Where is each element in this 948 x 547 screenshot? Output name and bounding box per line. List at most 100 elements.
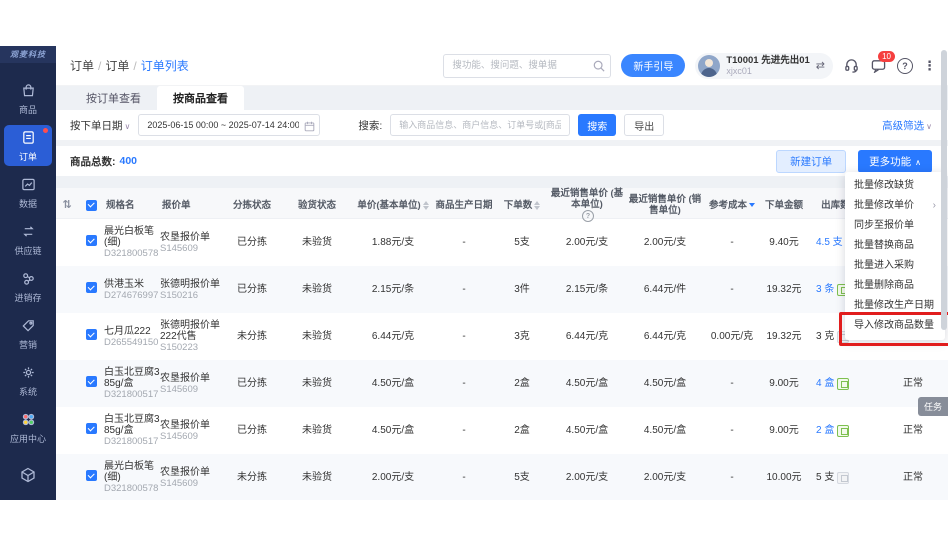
column-header-qty[interactable]: 下单数 [496,200,548,211]
cell-sort-status: 已分拣 [224,237,280,249]
menu-item-sync-quote[interactable]: 同步至报价单 [845,216,945,236]
menu-item-batch-delete[interactable]: 批量删除商品 [845,276,945,296]
row-checkbox[interactable] [86,423,97,434]
sidebar-item-inventory[interactable]: 进销存 [4,266,52,307]
cell-recent-sale: 6.44元/件 [626,284,704,296]
sidebar-item-marketing[interactable]: 营销 [4,313,52,354]
switch-account-icon[interactable]: ⇄ [816,59,825,72]
breadcrumb-item[interactable]: 订单 [70,59,94,73]
column-header-unit_price[interactable]: 单价(基本单位) [354,200,432,211]
new-order-button[interactable]: 新建订单 [776,150,846,173]
row-checkbox[interactable] [86,470,97,481]
outbound-doc-icon[interactable] [837,378,849,390]
export-button[interactable]: 导出 [624,114,664,136]
more-functions-button[interactable]: 更多功能∧ [858,150,932,173]
cell-ref-cost: - [704,284,760,296]
sidebar-item-orders[interactable]: 订单 [4,125,52,166]
breadcrumb-item: 订单列表 [141,59,189,73]
search-button[interactable]: 搜索 [578,114,616,136]
cell-out-qty[interactable]: 2 盒 [808,425,878,437]
chevron-up-icon: ∧ [915,158,921,167]
cell-quote: 农垦报价单S145609 [160,420,224,442]
column-header-sort_status: 分拣状态 [224,200,280,211]
data-chart-icon [21,177,36,197]
table-row: 白玉北豆腐385g/盒D321800517 农垦报价单S145609 已分拣 未… [56,407,948,454]
cell-status: 正常 [878,425,948,437]
cell-qty: 5支 [496,237,548,249]
marketing-tag-icon [21,318,36,338]
calendar-icon [304,119,315,137]
row-checkbox[interactable] [86,235,97,246]
date-type-select[interactable]: 按下单日期∨ [70,118,130,133]
sidebar-item-label: 系统 [19,387,37,397]
task-badge[interactable]: 任务 [918,397,948,416]
cell-qty: 2盒 [496,378,548,390]
scrollbar-thumb[interactable] [941,50,947,330]
cell-recent-base: 4.50元/盒 [548,425,626,437]
cell-prod-date: - [432,331,496,343]
row-checkbox[interactable] [86,376,97,387]
cell-amount: 19.32元 [760,331,808,343]
product-table-card: 商品总数: 400 新建订单 更多功能∧ ⇅规格名报价单分拣状态验货状态单价(基… [56,146,948,500]
cell-spec-name: 七月瓜222D265549150 [104,326,160,348]
advanced-filter-link[interactable]: 高级筛选∨ [882,118,948,133]
menu-item-batch-prod-date[interactable]: 批量修改生产日期 [845,296,945,316]
outbound-doc-icon[interactable] [837,472,849,484]
sidebar-item-data[interactable]: 数据 [4,172,52,213]
sort-icon[interactable] [423,201,429,210]
summary-strip: 商品总数: 400 新建订单 更多功能∧ [56,146,948,176]
row-checkbox[interactable] [86,329,97,340]
newbie-guide-button[interactable]: 新手引导 [621,54,685,77]
breadcrumb-item[interactable]: 订单 [105,59,129,73]
column-header-recent_sale: 最近销售单价 (销售单位) [626,194,704,216]
tab-by-order[interactable]: 按订单查看 [70,86,157,110]
select-all-checkbox[interactable] [86,200,97,211]
sort-icon[interactable] [534,201,540,210]
menu-item-import-qty[interactable]: 导入修改商品数量 [845,316,945,336]
menu-item-batch-purchase[interactable]: 批量进入采购 [845,256,945,276]
table-row: 白玉北豆腐385g/盒D321800517 农垦报价单S145609 已分拣 未… [56,360,948,407]
column-header-ref_cost[interactable]: 参考成本 [704,200,760,211]
user-account: xjxc01 [726,66,809,77]
user-chip[interactable]: T10001 先进先出01 xjxc01 ⇄ [695,53,833,79]
cell-unit-price: 6.44元/克 [354,331,432,343]
tab-by-product[interactable]: 按商品查看 [157,86,244,110]
cell-recent-base: 6.44元/克 [548,331,626,343]
column-header-inspect_status: 验货状态 [280,200,354,211]
menu-item-batch-stockout[interactable]: 批量修改缺货 [845,176,945,196]
more-options-icon[interactable]: ⋮ [923,58,936,74]
cell-out-qty[interactable]: 5 支 [808,472,878,484]
cell-sort-status: 已分拣 [224,425,280,437]
date-range-input[interactable] [138,114,320,136]
cell-unit-price: 2.15元/条 [354,284,432,296]
sidebar-item-supply-chain[interactable]: 供应链 [4,219,52,260]
column-header-recent_base: 最近销售单价 (基本单位)? [548,188,626,222]
column-header-prod_date: 商品生产日期 [432,200,496,211]
cell-amount: 9.00元 [760,378,808,390]
column-settings-icon[interactable]: ⇅ [62,200,71,211]
sort-desc-icon[interactable] [749,203,755,207]
help-icon[interactable]: ? [582,210,594,222]
cell-recent-base: 2.00元/支 [548,472,626,484]
avatar [698,55,720,77]
help-icon[interactable]: ? [897,58,913,74]
outbound-doc-icon[interactable] [837,425,849,437]
cell-ref-cost: 0.00元/克 [704,331,760,343]
column-header-spec: 规格名 [104,200,160,211]
sidebar-item-goods[interactable]: 商品 [4,78,52,119]
sidebar-item-system[interactable]: 系统 [4,360,52,401]
order-doc-icon [21,130,36,150]
cell-unit-price: 2.00元/支 [354,472,432,484]
row-checkbox[interactable] [86,282,97,293]
cell-out-qty[interactable]: 4 盒 [808,378,878,390]
messages-icon[interactable]: 10 [870,57,887,74]
menu-item-batch-replace[interactable]: 批量替换商品 [845,236,945,256]
cell-prod-date: - [432,378,496,390]
global-search-input[interactable] [443,54,611,78]
menu-item-batch-price[interactable]: 批量修改单价› [845,196,945,216]
customer-service-icon[interactable] [843,57,860,74]
cell-prod-date: - [432,237,496,249]
table-search-input[interactable] [390,114,570,136]
sidebar-item-app-center[interactable]: 应用中心 [4,407,52,448]
sidebar-item-bottom[interactable] [0,467,56,488]
